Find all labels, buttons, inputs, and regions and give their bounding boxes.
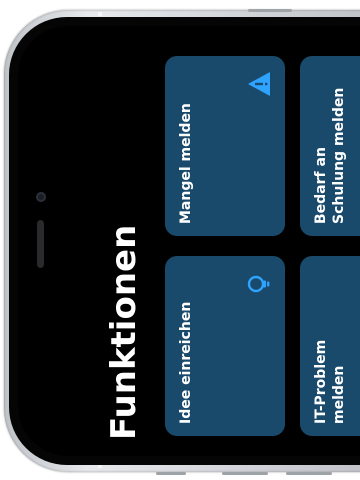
- tile-label: Bedarf an Schulung melden: [313, 87, 347, 224]
- side-button-3: [286, 472, 332, 475]
- earpiece-speaker: [37, 220, 44, 268]
- tile-submit-idea[interactable]: Idee einreichen: [165, 256, 285, 436]
- tile-label: Mangel melden: [178, 103, 194, 224]
- antenna-band: [98, 12, 102, 16]
- page-title: Funktionen: [104, 224, 144, 440]
- lightbulb-icon: [247, 275, 270, 293]
- warning-icon: [248, 72, 270, 96]
- tile-label: Idee einreichen: [178, 301, 194, 424]
- side-button-2: [222, 472, 268, 475]
- side-button-1: [156, 472, 186, 475]
- page-title-wrap: Funktionen: [104, 180, 144, 440]
- tile-it-problem[interactable]: IT-Problem melden: [300, 256, 360, 436]
- front-camera-icon: [36, 192, 46, 202]
- device-stage: Funktionen Mangel melden Idee einreichen: [0, 0, 360, 480]
- tile-report-defect[interactable]: Mangel melden: [165, 56, 285, 236]
- volume-button: [248, 9, 292, 12]
- tile-training-request[interactable]: Bedarf an Schulung melden: [300, 56, 360, 236]
- tile-label: IT-Problem melden: [313, 339, 347, 424]
